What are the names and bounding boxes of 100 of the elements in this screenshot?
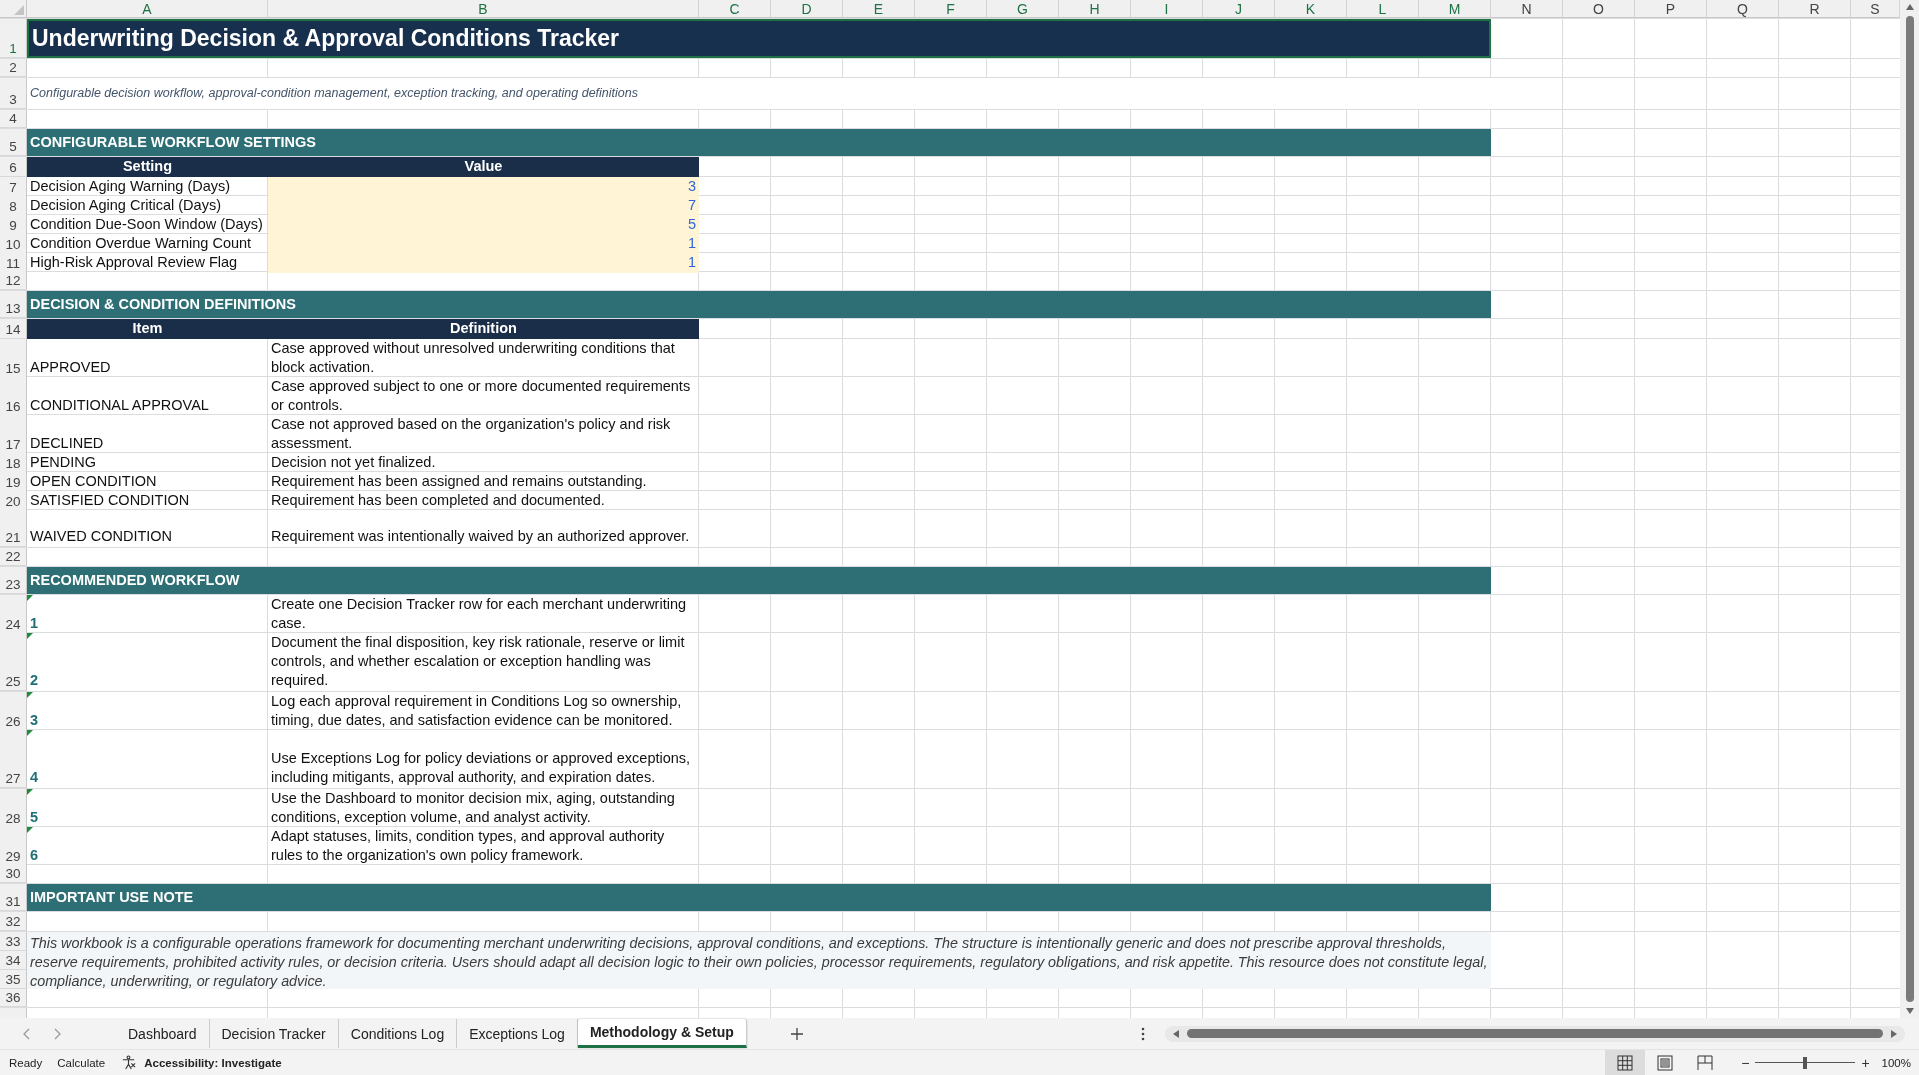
row-header[interactable]: 19 [0, 472, 27, 492]
row-header[interactable]: 26 [0, 692, 27, 731]
row-header[interactable]: 21 [0, 510, 27, 547]
row-header[interactable]: 28 [0, 789, 27, 828]
column-header[interactable]: N [1491, 0, 1563, 18]
row-header[interactable]: 14 [0, 319, 27, 339]
row-header[interactable]: 5 [0, 129, 27, 156]
row-header[interactable]: 8 [0, 196, 27, 216]
more-options-icon[interactable] [1141, 1026, 1145, 1041]
row-header[interactable]: 27 [0, 730, 27, 788]
step-text: Use Exceptions Log for policy deviations or approved exceptions, including mitigants, approval authority, and expiration dates. [270, 749, 692, 787]
column-header[interactable]: D [771, 0, 843, 18]
column-header[interactable]: B [268, 0, 699, 18]
row-header[interactable]: 6 [0, 157, 27, 177]
row-header[interactable]: 29 [0, 827, 27, 866]
column-header[interactable]: C [699, 0, 771, 18]
column-header[interactable]: Q [1707, 0, 1779, 18]
definition-text: Requirement was intentionally waived by an authorized approver. [270, 527, 691, 546]
row-header[interactable]: 30 [0, 865, 27, 883]
column-header[interactable]: O [1563, 0, 1635, 18]
definition-text: Requirement has been assigned and remains outstanding. [270, 472, 648, 491]
vertical-scrollbar[interactable] [1900, 0, 1919, 1018]
column-header[interactable]: E [843, 0, 915, 18]
accessibility-icon[interactable] [121, 1055, 137, 1070]
row-header[interactable]: 2 [0, 59, 27, 77]
zoom-level[interactable]: 100% [1881, 1056, 1911, 1069]
zoom-slider-thumb[interactable] [1803, 1056, 1808, 1069]
sheet-tab[interactable]: Methodology & Setup [577, 1019, 747, 1048]
error-indicator-icon [27, 827, 33, 833]
definition-text: Case approved without unresolved underwriting conditions that block activation. [270, 339, 676, 377]
row-header[interactable]: 9 [0, 215, 27, 235]
row-header[interactable]: 7 [0, 177, 27, 197]
definition-text: Decision not yet finalized. [270, 453, 437, 472]
column-header[interactable]: G [987, 0, 1059, 18]
row-header[interactable]: 1 [0, 19, 27, 58]
row-header[interactable]: 4 [0, 110, 27, 128]
page-break-icon [1697, 1054, 1714, 1071]
setting-value[interactable]: 3 [268, 177, 699, 197]
scroll-down-icon[interactable] [1904, 1006, 1915, 1016]
scroll-up-icon[interactable] [1904, 2, 1915, 12]
scroll-right-icon[interactable] [1889, 1028, 1899, 1039]
sheet-tab[interactable]: Conditions Log [338, 1019, 458, 1048]
row-header[interactable]: 32 [0, 912, 27, 931]
column-header[interactable]: R [1779, 0, 1851, 18]
column-header[interactable]: H [1059, 0, 1131, 18]
row-header[interactable]: 3 [0, 78, 27, 109]
step-text: Log each approval requirement in Conditions Log so ownership, timing, due dates, and satisfaction evidence can be monitored. [270, 692, 683, 730]
row-header[interactable]: 31 [0, 884, 27, 911]
row-header[interactable]: 11 [0, 253, 27, 273]
row-header[interactable]: 25 [0, 633, 27, 691]
setting-label: Decision Aging Critical (Days) [29, 196, 222, 215]
status-text: Ready [9, 1056, 43, 1069]
status-text[interactable]: Calculate [57, 1056, 106, 1069]
sheet-tab[interactable]: Exceptions Log [457, 1019, 578, 1048]
setting-value[interactable]: 5 [268, 215, 699, 235]
row-header[interactable]: 22 [0, 548, 27, 566]
column-header[interactable]: F [915, 0, 987, 18]
zoom-in-button[interactable]: + [1861, 1054, 1870, 1071]
definition-item: OPEN CONDITION [29, 472, 158, 491]
column-header[interactable]: A [27, 0, 268, 18]
setting-value[interactable]: 1 [268, 253, 699, 273]
row-header[interactable]: 36 [0, 989, 27, 1007]
row-header[interactable]: 15 [0, 339, 27, 378]
row-header[interactable]: 10 [0, 234, 27, 254]
grid-view-icon [1617, 1054, 1634, 1071]
sheet-tab[interactable]: Dashboard [116, 1019, 210, 1048]
page-layout-icon [1657, 1054, 1674, 1071]
row-header[interactable]: 34 [0, 951, 27, 970]
row-header[interactable]: 12 [0, 272, 27, 290]
column-header[interactable]: S [1851, 0, 1900, 18]
row-header[interactable]: 13 [0, 291, 27, 318]
setting-label: Condition Overdue Warning Count [29, 234, 253, 253]
row-header[interactable]: 20 [0, 491, 27, 511]
column-header[interactable]: P [1635, 0, 1707, 18]
column-header[interactable]: K [1275, 0, 1347, 18]
setting-value[interactable]: 7 [268, 196, 699, 216]
section-banner: RECOMMENDED WORKFLOW [27, 567, 1491, 594]
scroll-left-icon[interactable] [1171, 1028, 1181, 1039]
step-number: 4 [27, 730, 268, 788]
row-header[interactable]: 33 [0, 932, 27, 951]
column-header[interactable]: J [1203, 0, 1275, 18]
row-header[interactable]: 24 [0, 595, 27, 634]
definition-text: Case not approved based on the organization's policy and risk assessment. [270, 415, 672, 453]
setting-value[interactable]: 1 [268, 234, 699, 254]
row-header[interactable]: 16 [0, 377, 27, 416]
row-header[interactable]: 35 [0, 970, 27, 989]
accessibility-status[interactable]: Accessibility: Investigate [144, 1056, 282, 1069]
row-header[interactable]: 18 [0, 453, 27, 473]
column-header[interactable]: L [1347, 0, 1419, 18]
row-header[interactable]: 17 [0, 415, 27, 454]
column-header[interactable]: I [1131, 0, 1203, 18]
column-header[interactable]: M [1419, 0, 1491, 18]
horizontal-scrollbar[interactable] [1165, 1025, 1905, 1042]
section-banner: CONFIGURABLE WORKFLOW SETTINGS [27, 129, 1491, 156]
row-header[interactable]: 23 [0, 567, 27, 594]
error-indicator-icon [27, 692, 33, 698]
sheet-subtitle: Configurable decision workflow, approval-condition management, exception tracking, and operating definitions [27, 78, 1491, 109]
view-button[interactable] [1605, 1050, 1646, 1075]
zoom-out-button[interactable]: − [1741, 1054, 1750, 1071]
sheet-tab[interactable]: Decision Tracker [209, 1019, 339, 1048]
